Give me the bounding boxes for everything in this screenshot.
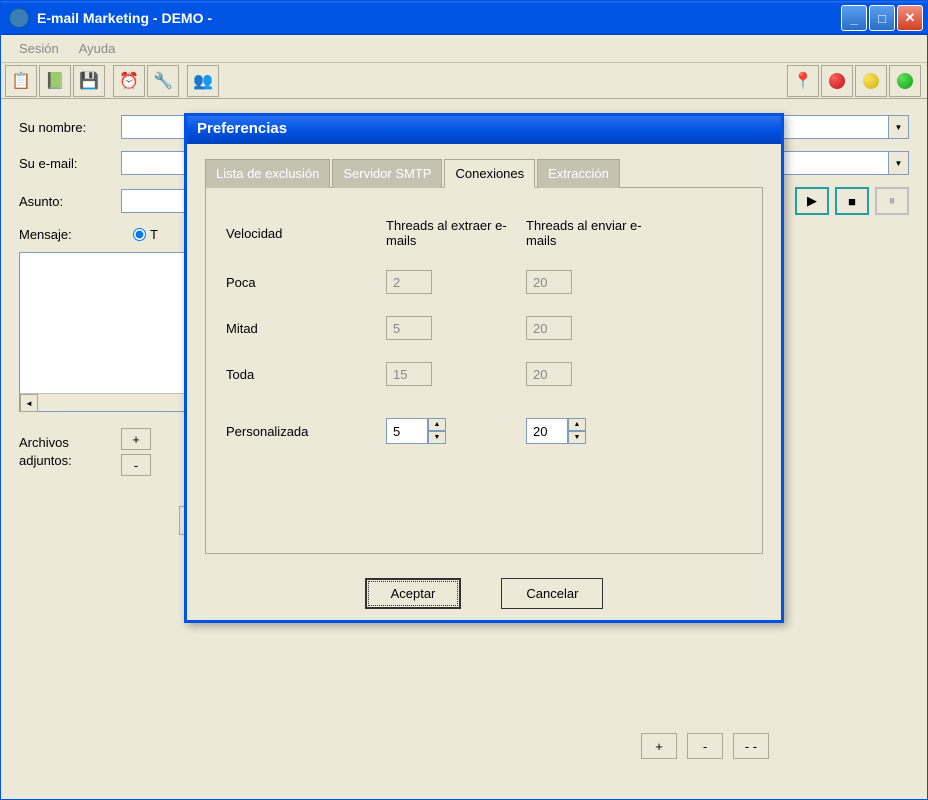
toolbar-btn-1[interactable]: 📋 [5,65,37,97]
stop-button[interactable]: ■ [835,187,869,215]
tab-smtp[interactable]: Servidor SMTP [332,159,442,188]
window-title: E-mail Marketing - DEMO - [37,10,841,26]
tab-extraccion[interactable]: Extracción [537,159,620,188]
poca-send-input [526,270,572,294]
pers-send-down-icon[interactable]: ▼ [568,431,586,444]
app-icon [9,8,29,28]
toda-extract-input [386,362,432,386]
toolbar-btn-3[interactable]: 💾 [73,65,105,97]
tab-conexiones[interactable]: Conexiones [444,159,535,188]
attach-remove-button[interactable]: - [121,454,151,476]
tab-panel-conexiones: Velocidad Threads al extraer e-mails Thr… [205,188,763,554]
message-label: Mensaje: [19,227,121,242]
toda-send-input [526,362,572,386]
attachments-label: Archivos adjuntos: [19,434,121,470]
poca-extract-input [386,270,432,294]
dialog-title: Preferencias [187,116,781,144]
bottom-plus-button[interactable]: + [641,733,677,759]
name-combo-arrow[interactable]: ▼ [889,115,909,139]
row-toda-label: Toda [226,367,386,382]
message-radio-t[interactable]: T [133,227,158,242]
ok-button[interactable]: Aceptar [365,578,462,609]
pause-button[interactable]: ⏸ [875,187,909,215]
dialog-tabs: Lista de exclusión Servidor SMTP Conexio… [205,158,763,188]
scroll-left-icon[interactable]: ◄ [20,394,38,412]
toolbar-btn-6[interactable]: 👥 [187,65,219,97]
subject-label: Asunto: [19,194,121,209]
header-extract: Threads al extraer e-mails [386,218,526,248]
status-red[interactable] [821,65,853,97]
toolbar-btn-4[interactable]: ⏰ [113,65,145,97]
pers-extract-down-icon[interactable]: ▼ [428,431,446,444]
pers-send-spinner[interactable]: ▲ ▼ [526,418,586,444]
titlebar: E-mail Marketing - DEMO - _ □ ✕ [1,1,927,35]
attach-add-button[interactable]: + [121,428,151,450]
pers-extract-up-icon[interactable]: ▲ [428,418,446,431]
menu-sesion[interactable]: Sesión [9,37,69,60]
preferences-dialog: Preferencias Lista de exclusión Servidor… [184,113,784,623]
email-combo-arrow[interactable]: ▼ [889,151,909,175]
maximize-button[interactable]: □ [869,5,895,31]
row-poca-label: Poca [226,275,386,290]
mitad-extract-input [386,316,432,340]
minimize-button[interactable]: _ [841,5,867,31]
toolbar-btn-5[interactable]: 🔧 [147,65,179,97]
toolbar: 📋 📗 💾 ⏰ 🔧 👥 📍 [1,63,927,99]
pers-send-up-icon[interactable]: ▲ [568,418,586,431]
toolbar-btn-2[interactable]: 📗 [39,65,71,97]
status-pin[interactable]: 📍 [787,65,819,97]
bottom-minus-button[interactable]: - [687,733,723,759]
name-label: Su nombre: [19,120,121,135]
header-velocidad: Velocidad [226,226,386,241]
play-button[interactable]: ▶ [795,187,829,215]
pers-extract-input[interactable] [386,418,428,444]
menu-ayuda[interactable]: Ayuda [69,37,126,60]
mitad-send-input [526,316,572,340]
pers-extract-spinner[interactable]: ▲ ▼ [386,418,446,444]
email-label: Su e-mail: [19,156,121,171]
main-window: E-mail Marketing - DEMO - _ □ ✕ Sesión A… [0,0,928,800]
row-mitad-label: Mitad [226,321,386,336]
status-green[interactable] [889,65,921,97]
header-send: Threads al enviar e-mails [526,218,666,248]
bottom-minus2-button[interactable]: - - [733,733,769,759]
pers-send-input[interactable] [526,418,568,444]
close-button[interactable]: ✕ [897,5,923,31]
status-yellow[interactable] [855,65,887,97]
row-personalizada-label: Personalizada [226,424,386,439]
menubar: Sesión Ayuda [1,35,927,63]
tab-exclusion[interactable]: Lista de exclusión [205,159,330,188]
cancel-button[interactable]: Cancelar [501,578,603,609]
